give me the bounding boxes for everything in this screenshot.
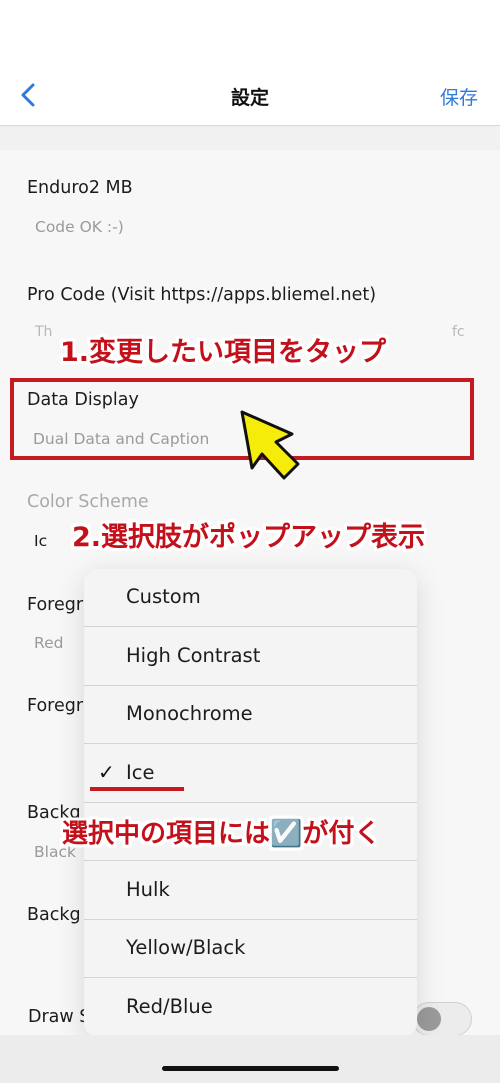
popup-item-label: Red/Blue xyxy=(126,995,213,1018)
field-value-enduro2[interactable]: Code OK :-) xyxy=(35,218,124,236)
save-button[interactable]: 保存 xyxy=(440,83,478,110)
popup-item-label: Custom xyxy=(126,585,201,608)
popup-item-label: Hulk xyxy=(126,878,170,901)
field-label-color-scheme: Color Scheme xyxy=(27,492,149,512)
page-title: 設定 xyxy=(230,87,269,109)
popup-item-high-contrast[interactable]: High Contrast xyxy=(84,628,417,686)
field-value-color-scheme[interactable]: Ic xyxy=(34,532,47,550)
popup-item-custom[interactable]: Custom xyxy=(84,569,417,627)
field-label-foreground-2: Foregr xyxy=(27,696,84,716)
field-label-foreground-1: Foregr xyxy=(27,595,84,615)
section-gap xyxy=(0,126,500,150)
field-label-enduro2: Enduro2 MB xyxy=(27,178,133,198)
toggle-knob xyxy=(417,1007,441,1031)
navigation-bar: 設定 保存 xyxy=(0,0,500,126)
home-indicator[interactable] xyxy=(162,1066,339,1071)
popup-item-label: High Contrast xyxy=(126,644,261,667)
popup-item-hulk[interactable]: Hulk xyxy=(84,862,417,920)
field-value-pro-code-tail: fc xyxy=(452,324,465,340)
field-label-pro-code: Pro Code (Visit https://apps.bliemel.net… xyxy=(27,285,377,305)
selected-underline xyxy=(90,787,184,791)
popup-item-yellow-black[interactable]: Yellow/Black xyxy=(84,920,417,978)
popup-item-ice[interactable]: ✓ Ice xyxy=(84,745,417,803)
popup-item-label: Ice xyxy=(126,761,155,784)
annotation-step2: 2.選択肢がポップアップ表示 xyxy=(72,522,426,553)
color-scheme-popup: Custom High Contrast Monochrome ✓ Ice Hu… xyxy=(84,569,417,1037)
popup-item-red-blue[interactable]: Red/Blue xyxy=(84,979,417,1037)
popup-item-label: Yellow/Black xyxy=(126,936,246,959)
field-value-foreground-1[interactable]: Red xyxy=(34,634,63,652)
annotation-step1: 1.変更したい項目をタップ xyxy=(60,337,387,368)
field-label-background-2: Backg xyxy=(27,905,81,925)
popup-item-label: Monochrome xyxy=(126,702,253,725)
field-value-pro-code[interactable]: Th xyxy=(35,324,52,340)
annotation-step3: 選択中の項目には☑️が付く xyxy=(62,819,381,849)
pointer-arrow-icon xyxy=(232,408,312,484)
checkmark-icon: ✓ xyxy=(98,760,115,784)
popup-item-monochrome[interactable]: Monochrome xyxy=(84,686,417,744)
field-label-draw-s: Draw S xyxy=(28,1007,91,1027)
bottom-bar xyxy=(0,1035,500,1083)
draw-toggle[interactable] xyxy=(412,1002,472,1036)
